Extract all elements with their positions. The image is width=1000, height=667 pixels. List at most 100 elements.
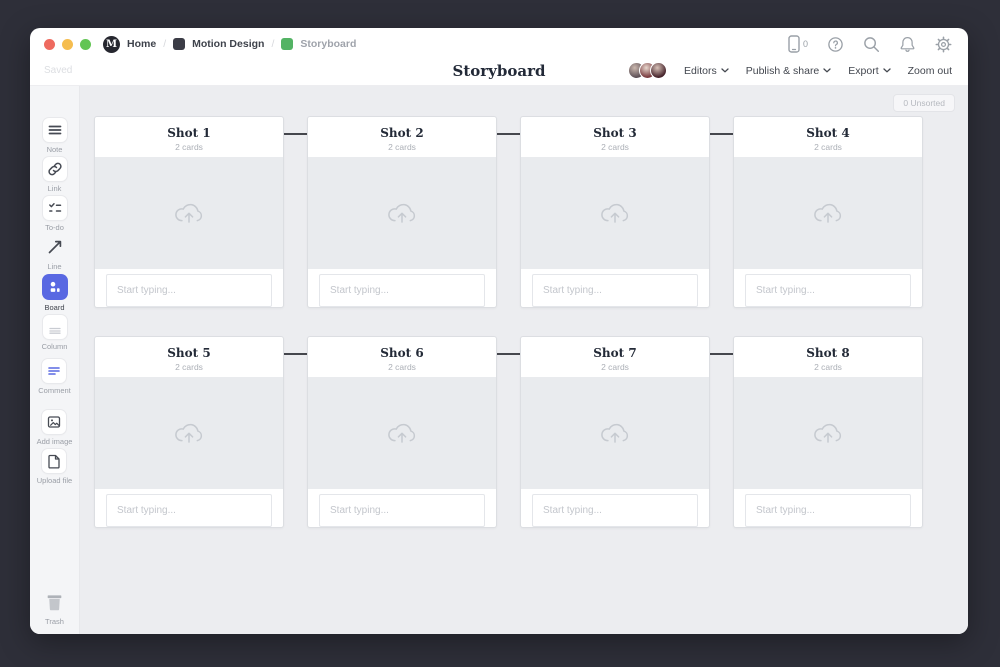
avatar bbox=[650, 62, 667, 79]
shot-text-input[interactable]: Start typing... bbox=[106, 494, 272, 527]
breadcrumb: Home / Motion Design / Storyboard bbox=[127, 38, 356, 50]
shot-title[interactable]: Shot 2 bbox=[308, 126, 496, 140]
breadcrumb-motion-design[interactable]: Motion Design bbox=[192, 38, 264, 50]
zoom-window-button[interactable] bbox=[80, 39, 91, 50]
shot-title[interactable]: Shot 6 bbox=[308, 346, 496, 360]
editors-menu[interactable]: Editors bbox=[684, 65, 729, 77]
breadcrumb-storyboard[interactable]: Storyboard bbox=[300, 38, 356, 50]
trash-label: Trash bbox=[45, 617, 64, 626]
link-icon bbox=[47, 161, 63, 177]
shot-card-2[interactable]: Shot 2 2 cards Start typing... bbox=[307, 116, 497, 308]
shot-card-6[interactable]: Shot 6 2 cards Start typing... bbox=[307, 336, 497, 528]
app-window: M Home / Motion Design / Storyboard 0 bbox=[30, 28, 968, 634]
image-drop-zone[interactable] bbox=[734, 157, 922, 269]
shot-card-7[interactable]: Shot 7 2 cards Start typing... bbox=[520, 336, 710, 528]
shot-card-8[interactable]: Shot 8 2 cards Start typing... bbox=[733, 336, 923, 528]
upload-cloud-icon bbox=[811, 200, 845, 227]
upload-cloud-icon bbox=[385, 420, 419, 447]
help-button[interactable] bbox=[827, 36, 844, 53]
search-button[interactable] bbox=[863, 36, 880, 53]
shot-title[interactable]: Shot 8 bbox=[734, 346, 922, 360]
tool-add-image[interactable]: Add image bbox=[37, 410, 73, 446]
shot-text-input[interactable]: Start typing... bbox=[532, 274, 698, 307]
shot-title[interactable]: Shot 1 bbox=[95, 126, 283, 140]
shot-card-5[interactable]: Shot 5 2 cards Start typing... bbox=[94, 336, 284, 528]
tool-label: Comment bbox=[38, 386, 71, 395]
tool-label: Note bbox=[47, 145, 63, 154]
upload-cloud-icon bbox=[385, 200, 419, 227]
image-drop-zone[interactable] bbox=[95, 157, 283, 269]
shot-card-count: 2 cards bbox=[734, 142, 922, 152]
chevron-down-icon bbox=[721, 68, 729, 73]
motion-design-board-icon bbox=[173, 38, 185, 50]
shot-title[interactable]: Shot 3 bbox=[521, 126, 709, 140]
image-drop-zone[interactable] bbox=[521, 157, 709, 269]
shot-card-4[interactable]: Shot 4 2 cards Start typing... bbox=[733, 116, 923, 308]
shot-card-1[interactable]: Shot 1 2 cards Start typing... bbox=[94, 116, 284, 308]
breadcrumb-separator: / bbox=[163, 38, 166, 50]
mobile-app-button[interactable]: 0 bbox=[788, 35, 808, 53]
image-drop-zone[interactable] bbox=[734, 377, 922, 489]
tool-link[interactable]: Link bbox=[43, 157, 67, 193]
shot-text-input[interactable]: Start typing... bbox=[319, 494, 485, 527]
close-window-button[interactable] bbox=[44, 39, 55, 50]
shot-card-count: 2 cards bbox=[734, 362, 922, 372]
chevron-down-icon bbox=[883, 68, 891, 73]
notifications-button[interactable] bbox=[899, 35, 916, 53]
trash-dropzone[interactable]: Trash bbox=[43, 590, 67, 626]
shot-text-input[interactable]: Start typing... bbox=[532, 494, 698, 527]
tool-board[interactable]: Board bbox=[42, 274, 68, 312]
input-placeholder: Start typing... bbox=[330, 505, 389, 516]
tool-label: Board bbox=[44, 303, 64, 312]
unsorted-badge[interactable]: 0 Unsorted bbox=[893, 94, 955, 112]
shot-card-count: 2 cards bbox=[308, 142, 496, 152]
shot-card-count: 2 cards bbox=[308, 362, 496, 372]
tool-line[interactable]: Line bbox=[43, 235, 67, 271]
tool-label: Link bbox=[48, 184, 62, 193]
search-icon bbox=[863, 36, 880, 53]
tool-upload-file[interactable]: Upload file bbox=[37, 449, 72, 485]
shot-card-count: 2 cards bbox=[95, 362, 283, 372]
tool-comment[interactable]: Comment bbox=[38, 359, 71, 395]
image-drop-zone[interactable] bbox=[95, 377, 283, 489]
image-drop-zone[interactable] bbox=[308, 157, 496, 269]
tool-note[interactable]: Note bbox=[43, 118, 67, 154]
shot-title[interactable]: Shot 7 bbox=[521, 346, 709, 360]
board-canvas[interactable]: 0 Unsorted Shot 1 2 cards Start typ bbox=[80, 86, 968, 634]
shot-card-3[interactable]: Shot 3 2 cards Start typing... bbox=[520, 116, 710, 308]
minimize-window-button[interactable] bbox=[62, 39, 73, 50]
shot-text-input[interactable]: Start typing... bbox=[106, 274, 272, 307]
shot-text-input[interactable]: Start typing... bbox=[319, 274, 485, 307]
export-menu[interactable]: Export bbox=[848, 65, 890, 77]
storyboard-board-icon bbox=[281, 38, 293, 50]
zoom-out-button[interactable]: Zoom out bbox=[908, 65, 952, 77]
board-icon bbox=[47, 279, 63, 295]
editor-avatars[interactable] bbox=[628, 62, 667, 79]
milanote-logo-icon[interactable]: M bbox=[103, 36, 120, 53]
settings-button[interactable] bbox=[935, 36, 952, 53]
breadcrumb-separator: / bbox=[271, 38, 274, 50]
image-drop-zone[interactable] bbox=[521, 377, 709, 489]
tool-todo[interactable]: To-do bbox=[43, 196, 67, 232]
upload-cloud-icon bbox=[172, 420, 206, 447]
breadcrumb-home[interactable]: Home bbox=[127, 38, 156, 50]
publish-share-menu[interactable]: Publish & share bbox=[746, 65, 832, 77]
input-placeholder: Start typing... bbox=[756, 285, 815, 296]
add-image-icon bbox=[46, 414, 62, 430]
image-drop-zone[interactable] bbox=[308, 377, 496, 489]
tool-label: Add image bbox=[37, 437, 73, 446]
board-toolbar: Saved Storyboard Editors Publish & share… bbox=[30, 60, 968, 86]
shots-grid: Shot 1 2 cards Start typing... Shot 2 2 … bbox=[94, 116, 923, 528]
comment-icon bbox=[46, 363, 62, 379]
mobile-count: 0 bbox=[803, 39, 808, 49]
tool-column[interactable]: Column bbox=[42, 315, 68, 351]
shot-title[interactable]: Shot 4 bbox=[734, 126, 922, 140]
note-icon bbox=[47, 122, 63, 138]
arrow-line-icon bbox=[46, 238, 64, 256]
shot-card-count: 2 cards bbox=[95, 142, 283, 152]
upload-cloud-icon bbox=[598, 200, 632, 227]
shot-text-input[interactable]: Start typing... bbox=[745, 494, 911, 527]
tool-label: Line bbox=[47, 262, 61, 271]
shot-text-input[interactable]: Start typing... bbox=[745, 274, 911, 307]
shot-title[interactable]: Shot 5 bbox=[95, 346, 283, 360]
